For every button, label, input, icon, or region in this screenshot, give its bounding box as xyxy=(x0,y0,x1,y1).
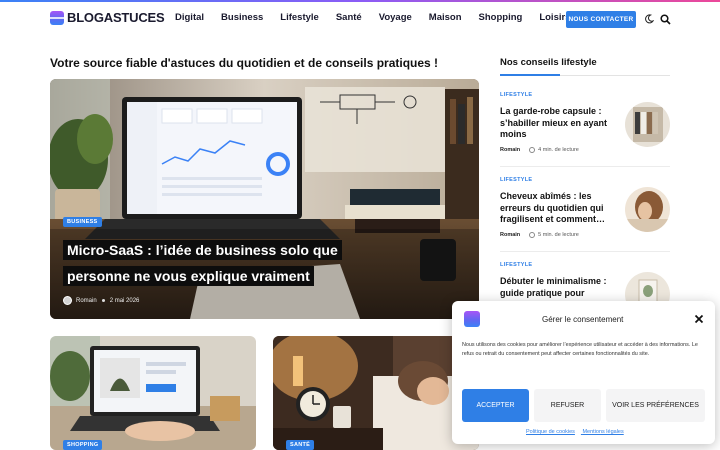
nav-item-digital[interactable]: Digital xyxy=(175,12,204,23)
sidebar-article-meta: Romain 4 min. de lecture xyxy=(500,146,670,153)
clock-icon xyxy=(529,231,536,238)
nav-item-maison[interactable]: Maison xyxy=(429,12,462,23)
sidebar-title-accent xyxy=(500,74,560,76)
sidebar-article-title[interactable]: Débuter le minimalisme : guide pratique … xyxy=(500,276,612,299)
cookie-consent-modal: Gérer le consentement Nous utilisons des… xyxy=(452,301,715,444)
nav-item-business[interactable]: Business xyxy=(221,12,263,23)
card-category-badge[interactable]: SHOPPING xyxy=(63,440,103,450)
featured-title[interactable]: Micro-SaaS : l’idée de business solo que… xyxy=(63,237,363,289)
featured-category-badge[interactable]: BUSINESS xyxy=(63,217,102,227)
card-image-sante xyxy=(273,336,479,450)
search-icon[interactable] xyxy=(660,14,671,25)
clock-icon xyxy=(529,146,536,153)
sidebar-thumb-1[interactable] xyxy=(625,102,670,147)
featured-title-line-1: Micro-SaaS : l’idée de business solo que xyxy=(63,240,342,260)
sidebar-read-time: 4 min. de lecture xyxy=(538,146,579,153)
thumb-image-hair xyxy=(625,187,670,232)
sidebar-author[interactable]: Romain xyxy=(500,147,520,153)
sidebar-article-title[interactable]: Cheveux abîmés : les erreurs du quotidie… xyxy=(500,191,612,226)
featured-title-line-2: personne ne vous explique vraiment xyxy=(63,266,314,286)
sidebar-separator xyxy=(500,166,670,167)
legal-notice-link[interactable]: Mentions légales xyxy=(582,429,623,435)
page-title: Votre source fiable d'astuces du quotidi… xyxy=(50,56,439,70)
cookie-policy-link[interactable]: Politique de cookies xyxy=(526,429,575,435)
card-category-badge[interactable]: SANTÉ xyxy=(286,440,315,450)
main-nav: Digital Business Lifestyle Santé Voyage … xyxy=(175,12,587,23)
nav-item-sante[interactable]: Santé xyxy=(336,12,362,23)
cookie-description: Nous utilisons des cookies pour améliore… xyxy=(462,342,698,357)
featured-meta: Romain 2 mai 2026 xyxy=(63,296,139,305)
sidebar-thumb-2[interactable] xyxy=(625,187,670,232)
sidebar-separator xyxy=(500,251,670,252)
author-avatar xyxy=(63,296,72,305)
dark-mode-icon[interactable] xyxy=(644,14,654,24)
nav-item-lifestyle[interactable]: Lifestyle xyxy=(280,12,319,23)
sidebar-category[interactable]: LIFESTYLE xyxy=(500,262,670,268)
card-image-shopping xyxy=(50,336,256,450)
sidebar-category[interactable]: LIFESTYLE xyxy=(500,92,670,98)
site-header: BLOGASTUCES Digital Business Lifestyle S… xyxy=(0,2,720,34)
cookie-logo-icon xyxy=(464,311,480,327)
nav-item-shopping[interactable]: Shopping xyxy=(479,12,523,23)
logo-text: BLOGASTUCES xyxy=(67,10,165,25)
featured-author[interactable]: Romain xyxy=(76,298,97,304)
logo-icon xyxy=(50,10,64,25)
sidebar-article-title[interactable]: La garde-robe capsule : s’habiller mieux… xyxy=(500,106,612,141)
article-card-sante[interactable]: SANTÉ xyxy=(273,336,479,450)
nav-item-voyage[interactable]: Voyage xyxy=(379,12,412,23)
sidebar-read-time: 5 min. de lecture xyxy=(538,231,579,238)
article-card-shopping[interactable]: SHOPPING xyxy=(50,336,256,450)
thumb-image-wardrobe xyxy=(625,102,670,147)
meta-separator xyxy=(101,299,105,302)
cookie-links: Politique de cookies Mentions légales xyxy=(526,429,630,435)
preferences-button[interactable]: VOIR LES PRÉFÉRENCES xyxy=(606,389,705,422)
accept-button[interactable]: ACCEPTER xyxy=(462,389,529,422)
sidebar-category[interactable]: LIFESTYLE xyxy=(500,177,670,183)
sidebar-author[interactable]: Romain xyxy=(500,232,520,238)
sidebar-title: Nos conseils lifestyle xyxy=(500,57,597,68)
close-icon[interactable] xyxy=(694,314,704,324)
site-logo[interactable]: BLOGASTUCES xyxy=(50,10,165,25)
contact-button[interactable]: NOUS CONTACTER xyxy=(566,11,636,28)
refuse-button[interactable]: REFUSER xyxy=(534,389,601,422)
cookie-title: Gérer le consentement xyxy=(542,315,624,324)
sidebar-article-meta: Romain 5 min. de lecture xyxy=(500,231,670,238)
featured-date: 2 mai 2026 xyxy=(109,297,140,304)
